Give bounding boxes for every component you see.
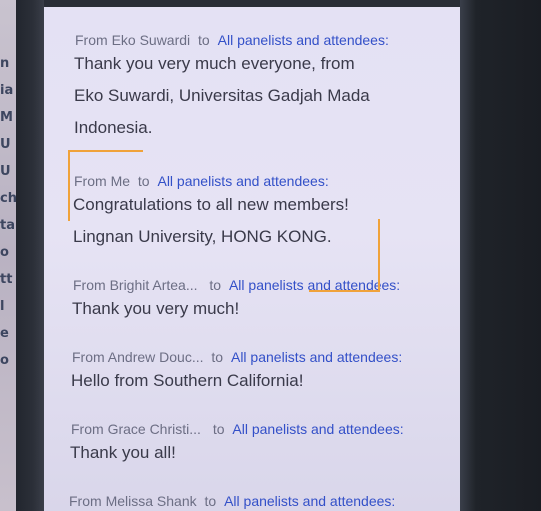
recipient-link[interactable]: All panelists and attendees: [218, 32, 389, 48]
to-label: to [137, 173, 150, 189]
highlight-bracket-top [68, 150, 143, 152]
sender-name: Me [110, 173, 131, 189]
message-text-line: Lingnan University, HONG KONG. [73, 227, 332, 246]
message-text-line: Eko Suwardi, Universitas Gadjah Mada [74, 86, 370, 105]
to-label: to [204, 493, 217, 509]
sender-name: Eko Suwardi [111, 32, 191, 48]
message-text-line: Congratulations to all new members! [73, 195, 349, 214]
message-text-line: Thank you very much everyone, from [74, 54, 355, 73]
message-header: From Eko Suwardi to All panelists and at… [75, 32, 460, 48]
chat-message[interactable]: From Brighit Artea... to All panelists a… [44, 277, 460, 319]
message-header: From Grace Christi... to All panelists a… [71, 421, 460, 437]
message-text-line: Thank you very much! [72, 299, 240, 318]
highlight-bracket-right [378, 219, 380, 292]
sender-name: Brighit Artea... [109, 277, 198, 293]
recipient-link[interactable]: All panelists and attendees: [157, 173, 328, 189]
to-label: to [212, 421, 225, 437]
highlight-bracket-bottom [309, 290, 380, 292]
from-label: From [74, 173, 107, 189]
message-header: From Brighit Artea... to All panelists a… [73, 277, 460, 293]
from-label: From [71, 421, 104, 437]
from-label: From [72, 349, 105, 365]
message-header: From Me to All panelists and attendees: [74, 173, 460, 189]
chat-message[interactable]: From Grace Christi... to All panelists a… [44, 421, 460, 463]
chat-message[interactable]: From Me to All panelists and attendees: … [44, 173, 460, 247]
to-label: to [211, 349, 224, 365]
message-text-line: Thank you all! [70, 443, 176, 462]
to-label: to [198, 32, 210, 48]
message-header: From Melissa Shank to All panelists and … [69, 493, 460, 509]
message-text-line: Indonesia. [74, 118, 153, 137]
recipient-link[interactable]: All panelists and attendees: [231, 349, 402, 365]
recipient-link[interactable]: All panelists and attendees: [224, 493, 395, 509]
highlight-bracket-left [68, 150, 70, 221]
from-label: From [73, 277, 106, 293]
from-label: From [69, 493, 102, 509]
background-window-text: n ia M U U ch ta o tt l e o [0, 56, 16, 368]
phone-bezel-right [460, 0, 541, 511]
phone-bezel-left [16, 0, 44, 511]
from-label: From [75, 32, 108, 48]
sender-name: Grace Christi... [107, 421, 201, 437]
chat-message[interactable]: From Andrew Douc... to All panelists and… [44, 349, 460, 391]
recipient-link[interactable]: All panelists and attendees: [232, 421, 403, 437]
chat-message[interactable]: From Eko Suwardi to All panelists and at… [44, 32, 460, 138]
chat-message[interactable]: From Melissa Shank to All panelists and … [44, 493, 460, 509]
message-text-line: Hello from Southern California! [71, 371, 304, 390]
sender-name: Andrew Douc... [107, 349, 204, 365]
message-header: From Andrew Douc... to All panelists and… [72, 349, 460, 365]
sender-name: Melissa Shank [105, 493, 197, 509]
chat-panel[interactable]: From Eko Suwardi to All panelists and at… [44, 7, 460, 511]
to-label: to [209, 277, 222, 293]
background-window-strip: n ia M U U ch ta o tt l e o [0, 0, 16, 511]
